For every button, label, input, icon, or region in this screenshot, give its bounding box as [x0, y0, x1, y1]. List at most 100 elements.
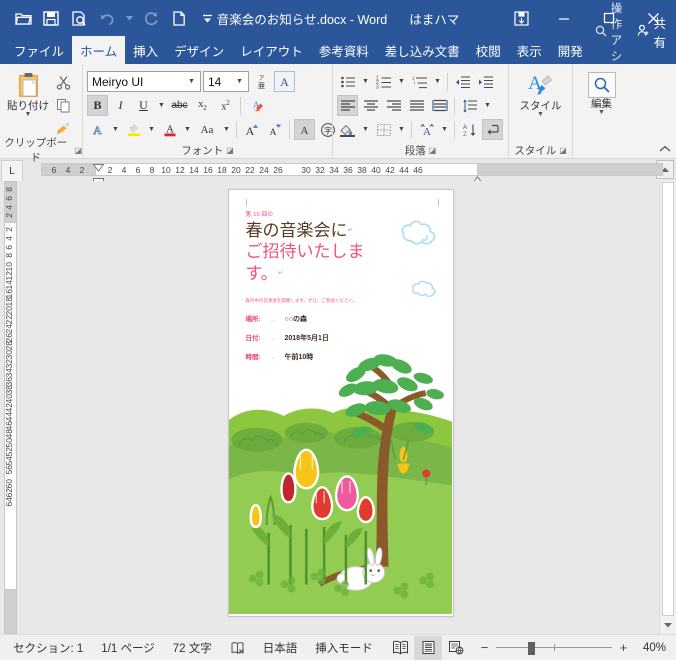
zoom-slider-thumb[interactable]	[528, 641, 535, 655]
bullets-icon[interactable]	[337, 71, 358, 92]
phonetic-guide-dropdown-icon[interactable]: ▼	[439, 119, 450, 140]
tab-layout[interactable]: レイアウト	[232, 36, 311, 64]
strikethrough-button[interactable]: abc	[169, 95, 190, 116]
change-case-button[interactable]: Aa	[195, 119, 219, 140]
status-page[interactable]: 1/1 ページ	[92, 635, 163, 661]
line-spacing-dropdown-icon[interactable]: ▼	[482, 95, 493, 116]
minimize-icon[interactable]	[541, 0, 586, 36]
increase-indent-icon[interactable]	[475, 71, 496, 92]
tab-references[interactable]: 参考資料	[311, 36, 377, 64]
paste-dropdown-icon[interactable]: ▼	[25, 111, 32, 118]
styles-dialog-launcher-icon[interactable]: ◪	[559, 146, 567, 155]
highlight-icon[interactable]: ab	[123, 119, 144, 140]
zoom-out-button[interactable]: −	[480, 640, 489, 655]
save-icon[interactable]	[38, 5, 64, 31]
bullets-dropdown-icon[interactable]: ▼	[360, 71, 371, 92]
text-effects-dropdown-icon[interactable]: ▼	[110, 119, 121, 140]
multilevel-list-icon[interactable]: 1i	[409, 71, 430, 92]
font-dialog-launcher-icon[interactable]: ◪	[226, 146, 234, 155]
italic-button[interactable]: I	[110, 95, 131, 116]
proofing-errors-icon[interactable]	[221, 635, 254, 661]
paste-button[interactable]: 貼り付け ▼	[4, 69, 52, 142]
zoom-level-label[interactable]: 40%	[636, 642, 672, 654]
align-right-icon[interactable]	[383, 95, 404, 116]
new-document-icon[interactable]	[166, 5, 192, 31]
tab-home[interactable]: ホーム	[72, 36, 126, 64]
sort-icon[interactable]: AZ	[459, 119, 480, 140]
zoom-in-button[interactable]: +	[619, 640, 628, 655]
highlight-dropdown-icon[interactable]: ▼	[146, 119, 157, 140]
document-text-content[interactable]: 第·10·回の 春の音楽会に↵ ご招待いたしま す。↵ 森の中の音楽会を開催しま…	[246, 210, 441, 606]
editing-button[interactable]: 編集 ▼	[578, 69, 626, 142]
numbering-icon[interactable]: 123	[373, 71, 394, 92]
font-color-icon[interactable]: A	[159, 119, 180, 140]
text-effects-icon[interactable]: A	[87, 119, 108, 140]
multilevel-list-dropdown-icon[interactable]: ▼	[432, 71, 443, 92]
bold-button[interactable]: B	[87, 95, 108, 116]
align-left-icon[interactable]	[337, 95, 358, 116]
tab-view[interactable]: 表示	[509, 36, 550, 64]
ribbon-display-options-icon[interactable]	[501, 0, 541, 36]
vertical-scrollbar[interactable]	[659, 181, 676, 634]
redo-icon[interactable]	[138, 5, 164, 31]
shrink-font-icon[interactable]: A	[264, 119, 285, 140]
editing-find-icon[interactable]	[587, 72, 616, 98]
clear-formatting-icon[interactable]: A	[274, 71, 295, 92]
styles-button[interactable]: A スタイル ▼	[517, 69, 565, 142]
font-color-dropdown-icon[interactable]: ▼	[182, 119, 193, 140]
character-shading-icon[interactable]: A	[294, 119, 315, 140]
zoom-slider[interactable]	[496, 641, 612, 655]
open-file-icon[interactable]	[10, 5, 36, 31]
tab-review[interactable]: 校閲	[468, 36, 509, 64]
editing-dropdown-icon[interactable]: ▼	[598, 109, 605, 116]
status-language[interactable]: 日本語	[254, 635, 307, 661]
cut-icon[interactable]	[52, 72, 74, 93]
font-size-dropdown-icon[interactable]: ▼	[233, 78, 246, 85]
font-size-combo[interactable]: 14 ▼	[203, 71, 249, 92]
phonetic-guide-icon[interactable]: ア亜	[251, 71, 272, 92]
clipboard-dialog-launcher-icon[interactable]: ◪	[74, 146, 82, 155]
copy-icon[interactable]	[52, 95, 74, 116]
scroll-down-button[interactable]	[660, 617, 676, 634]
undo-icon[interactable]	[94, 5, 120, 31]
grow-font-icon[interactable]: A	[241, 119, 262, 140]
show-formatting-marks-icon[interactable]	[482, 119, 503, 140]
change-case-dropdown-icon[interactable]: ▼	[221, 119, 232, 140]
shading-dropdown-icon[interactable]: ▼	[360, 119, 371, 140]
view-web-layout-button[interactable]	[442, 636, 470, 660]
vertical-scrollbar-thumb[interactable]	[662, 182, 674, 616]
horizontal-ruler[interactable]: 6 4 2 2 4 6 8 10 12 14 16 18 20 22 24 26 30 32 34 36 38 40 42 4…	[23, 159, 663, 185]
align-center-icon[interactable]	[360, 95, 381, 116]
borders-dropdown-icon[interactable]: ▼	[396, 119, 407, 140]
tab-design[interactable]: デザイン	[166, 36, 232, 64]
superscript-button[interactable]: x2	[215, 95, 236, 116]
tell-me-search[interactable]: 操作アシ	[591, 0, 631, 64]
font-name-combo[interactable]: Meiryo UI ▼	[87, 71, 201, 92]
paragraph-dialog-launcher-icon[interactable]: ◪	[429, 146, 437, 155]
tab-file[interactable]: ファイル	[6, 36, 72, 64]
underline-button[interactable]: U	[133, 95, 154, 116]
first-line-indent-marker[interactable]	[92, 161, 105, 175]
tab-developer[interactable]: 開発	[550, 36, 591, 64]
document-canvas[interactable]: 第·10·回の 春の音楽会に↵ ご招待いたしま す。↵ 森の中の音楽会を開催しま…	[22, 181, 659, 634]
vertical-ruler[interactable]: 8 6 4 2 2 4 6 8 10 12 14 16 18 20 22 24 26 28 30 32 34 36 38 40…	[0, 181, 22, 634]
document-page[interactable]: 第·10·回の 春の音楽会に↵ ご招待いたしま す。↵ 森の中の音楽会を開催しま…	[227, 189, 454, 617]
collapse-ribbon-icon[interactable]	[659, 145, 671, 156]
clear-all-formatting-icon[interactable]: A	[245, 95, 266, 116]
borders-icon[interactable]	[373, 119, 394, 140]
print-preview-icon[interactable]	[66, 5, 92, 31]
status-section[interactable]: セクション: 1	[4, 635, 92, 661]
view-print-layout-button[interactable]	[414, 635, 442, 660]
justify-icon[interactable]	[406, 95, 427, 116]
status-insert-mode[interactable]: 挿入モード	[306, 635, 382, 661]
font-name-dropdown-icon[interactable]: ▼	[185, 78, 198, 85]
phonetic-guide-paragraph-icon[interactable]: A	[416, 119, 437, 140]
undo-dropdown-icon[interactable]	[122, 5, 136, 31]
numbering-dropdown-icon[interactable]: ▼	[396, 71, 407, 92]
customize-quick-access-toolbar-icon[interactable]	[194, 5, 220, 31]
shading-icon[interactable]	[337, 119, 358, 140]
subscript-button[interactable]: x2	[192, 95, 213, 116]
line-spacing-icon[interactable]	[459, 95, 480, 116]
distribute-icon[interactable]	[429, 95, 450, 116]
status-word-count[interactable]: 72 文字	[164, 635, 221, 661]
